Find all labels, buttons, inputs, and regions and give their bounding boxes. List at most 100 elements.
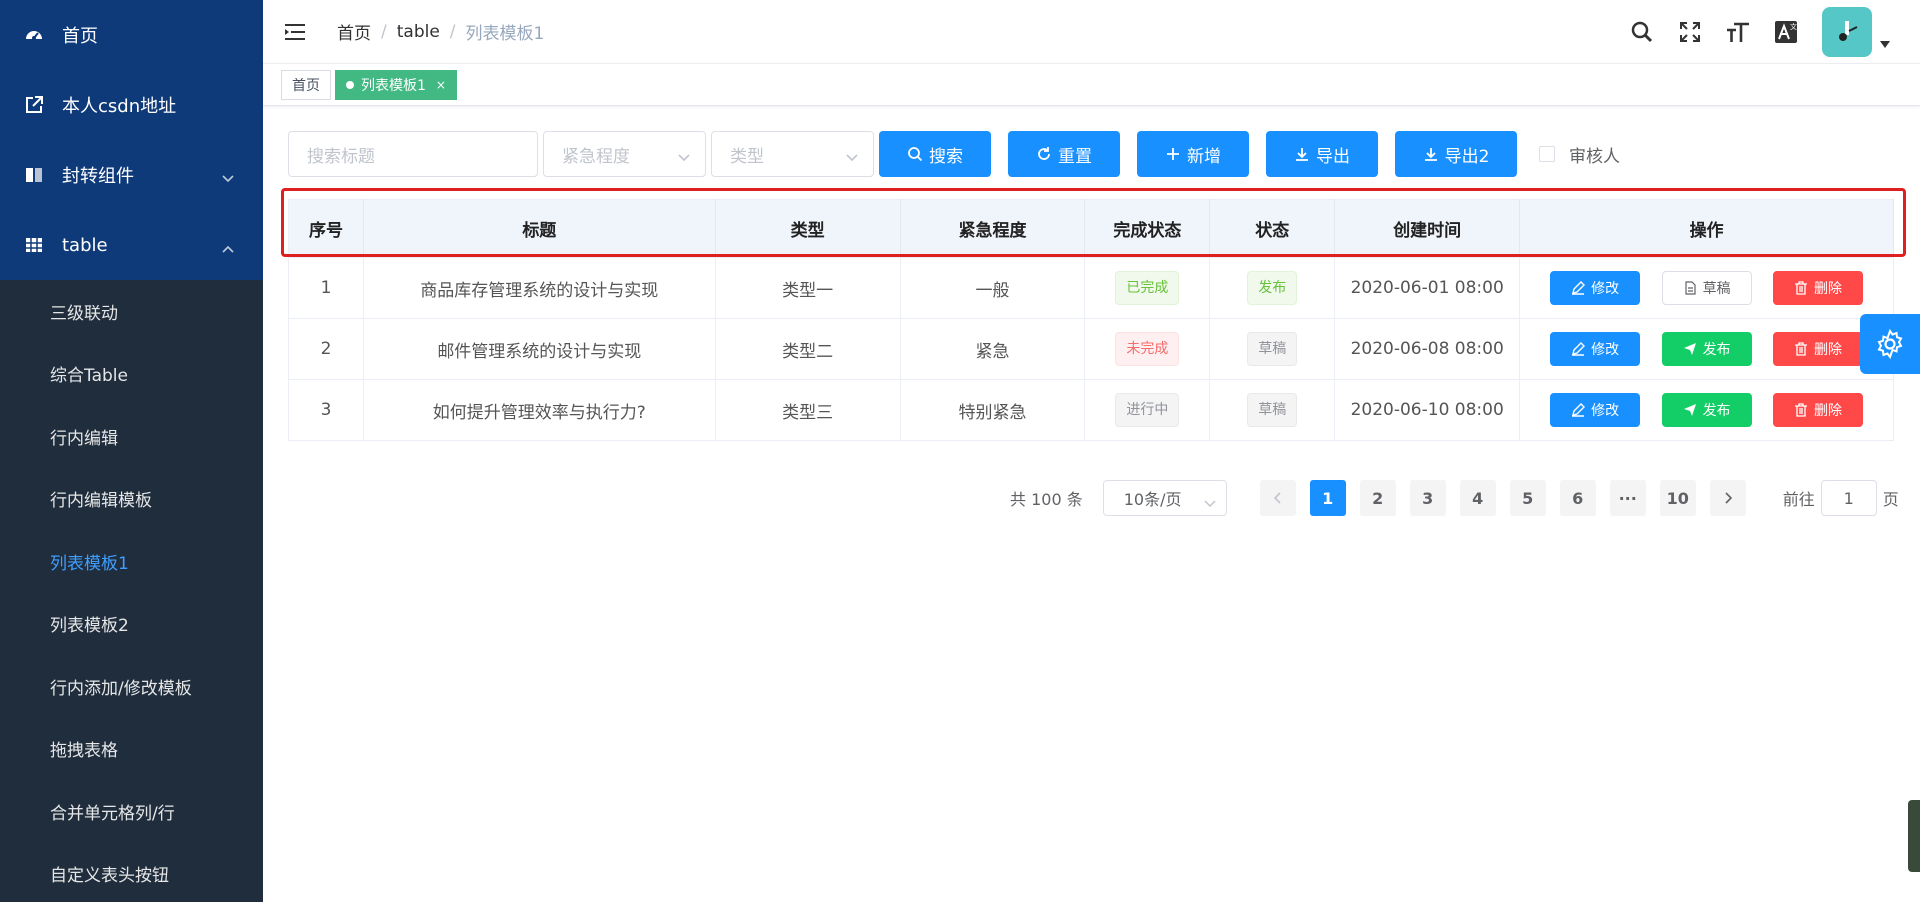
add-button[interactable]: 新增 [1137,131,1249,177]
chevron-down-icon [221,168,235,189]
breadcrumb-home[interactable]: 首页 [337,19,371,44]
sidebar-subitem-inline-edit[interactable]: 行内编辑 [0,405,263,468]
page-size-select[interactable]: 10条/页 [1102,480,1227,516]
tag-home[interactable]: 首页 [281,69,331,100]
sidebar-item-home[interactable]: 首页 [0,0,263,70]
fullscreen-icon[interactable] [1666,20,1714,44]
publish-button[interactable]: 发布 [1661,332,1752,366]
sidebar-subitem-inline-edit-template[interactable]: 行内编辑模板 [0,468,263,531]
cell-completion: 未完成 [1084,318,1211,380]
close-icon[interactable]: × [436,78,446,92]
translate-icon[interactable]: 文 [1762,20,1810,44]
search-title-placeholder: 搜索标题 [307,146,375,167]
page-button[interactable]: 3 [1409,480,1446,516]
scrollbar-handle[interactable] [1908,800,1920,872]
sidebar-subitem-inline-add-edit[interactable]: 行内添加/修改模板 [0,655,263,718]
refresh-icon [1036,146,1052,162]
publish-button[interactable]: 发布 [1661,393,1752,427]
edit-label: 修改 [1591,281,1620,297]
delete-button[interactable]: 删除 [1772,271,1863,305]
sidebar-item-components[interactable]: 封转组件 [0,140,263,210]
page-size-value: 10条/页 [1123,490,1182,509]
type-select[interactable]: 类型 [711,131,874,177]
hamburger-icon[interactable] [283,20,307,44]
download-icon [1423,146,1439,162]
search-title-input[interactable]: 搜索标题 [288,131,538,177]
cell-status: 草稿 [1209,318,1336,380]
sidebar-subitem-list-template-1[interactable]: 列表模板1 [0,530,263,593]
search-icon[interactable] [1618,20,1666,44]
delete-button[interactable]: 删除 [1772,393,1863,427]
edit-button[interactable]: 修改 [1550,271,1641,305]
cell-type: 类型三 [715,379,901,441]
urgency-select[interactable]: 紧急程度 [543,131,706,177]
sidebar-item-label: 本人csdn地址 [62,96,177,117]
page-button[interactable]: 10 [1659,480,1696,516]
export2-button[interactable]: 导出2 [1395,131,1517,177]
sidebar-subitem-drag-table[interactable]: 拖拽表格 [0,718,263,781]
delete-button[interactable]: 删除 [1772,332,1863,366]
breadcrumb-current: 列表模板1 [465,24,545,44]
sidebar-subitem-custom-header[interactable]: 自定义表头按钮 [0,843,263,902]
page-button[interactable]: 6 [1559,480,1596,516]
sidebar-item-table[interactable]: table [0,210,263,280]
goto-suffix: 页 [1882,490,1899,509]
tags-view: 首页 列表模板1 × [263,64,1920,106]
breadcrumb-table[interactable]: table [397,22,440,42]
sidebar-item-label: 首页 [62,26,98,47]
cell-urgency: 特别紧急 [900,379,1086,441]
plus-icon [1165,146,1181,162]
sidebar-subitem-merge-cells[interactable]: 合并单元格列/行 [0,780,263,843]
settings-button[interactable] [1860,314,1920,374]
tag-list-template-1[interactable]: 列表模板1 × [335,69,457,100]
breadcrumb-separator: / [449,21,456,42]
reset-button[interactable]: 重置 [1008,131,1120,177]
avatar[interactable] [1822,7,1872,57]
sidebar-subitem-complex-table[interactable]: 综合Table [0,343,263,406]
prev-page-button[interactable] [1259,480,1296,516]
next-page-button[interactable] [1709,480,1746,516]
document-icon [1684,281,1696,295]
book-icon [24,165,44,185]
export-button[interactable]: 导出 [1266,131,1378,177]
edit-button[interactable]: 修改 [1550,332,1641,366]
page-button[interactable]: 5 [1509,480,1546,516]
search-button-label: 搜索 [929,146,963,167]
edit-icon [1572,403,1586,417]
table-row: 2 邮件管理系统的设计与实现 类型二 紧急 未完成 草稿 2020-06-08 … [288,318,1894,380]
sidebar-item-csdn[interactable]: 本人csdn地址 [0,70,263,140]
sidebar: 首页 本人csdn地址 封转组件 table 三级联动 综合Table 行内编辑… [0,0,263,902]
font-size-icon[interactable] [1714,20,1762,44]
draft-label: 草稿 [1702,281,1731,297]
checkbox-box[interactable] [1539,146,1555,162]
page-button[interactable]: 2 [1359,480,1396,516]
cell-type: 类型一 [715,257,901,319]
cell-index: 1 [288,257,364,319]
page-button[interactable]: 4 [1459,480,1496,516]
cell-completion: 已完成 [1084,257,1211,319]
download-icon [1294,146,1310,162]
cell-index: 3 [288,379,364,441]
cell-created: 2020-06-01 08:00 [1334,257,1521,319]
external-link-icon [24,95,44,115]
goto-page: 前往 1 页 [1783,480,1899,516]
reviewer-label: 审核人 [1569,146,1620,167]
caret-down-icon[interactable] [1880,34,1890,53]
goto-page-input[interactable]: 1 [1820,480,1877,516]
page-button[interactable]: 1 [1309,480,1346,516]
sidebar-subitem-list-template-2[interactable]: 列表模板2 [0,593,263,656]
cell-actions: 修改 发布 删除 [1519,379,1894,441]
navbar: 首页 / table / 列表模板1 文 [263,0,1920,64]
edit-label: 修改 [1591,342,1620,358]
cell-title: 邮件管理系统的设计与实现 [363,318,716,380]
more-pages-button[interactable]: ··· [1609,480,1646,516]
completion-badge: 进行中 [1115,393,1180,427]
breadcrumb: 首页 / table / 列表模板1 [337,19,545,45]
reviewer-checkbox[interactable]: 审核人 [1539,142,1620,167]
search-button[interactable]: 搜索 [879,131,991,177]
reset-button-label: 重置 [1058,146,1092,167]
sidebar-subitem-cascade[interactable]: 三级联动 [0,280,263,343]
chevron-down-icon [845,148,859,168]
draft-button[interactable]: 草稿 [1661,271,1752,305]
edit-button[interactable]: 修改 [1550,393,1641,427]
